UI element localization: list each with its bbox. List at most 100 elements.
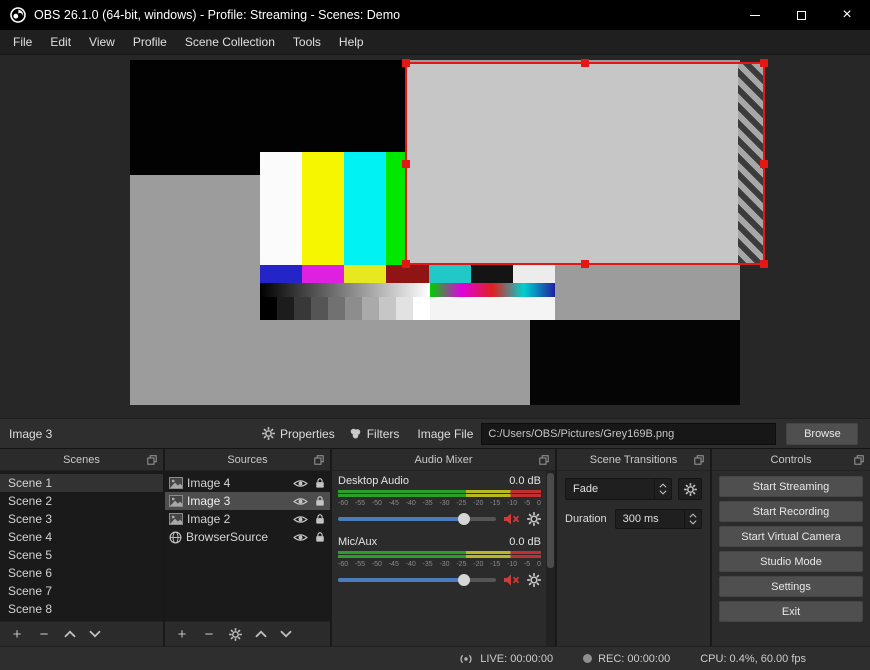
scene-move-up-button[interactable]: [64, 630, 76, 638]
dock-popout-icon[interactable]: [854, 455, 864, 465]
menu-item-view[interactable]: View: [80, 30, 124, 54]
source-row[interactable]: Image 4: [165, 474, 330, 492]
scene-item[interactable]: Scene 3: [0, 510, 163, 528]
volume-slider[interactable]: [338, 573, 496, 587]
settings-button[interactable]: Settings: [719, 576, 863, 597]
lock-icon[interactable]: [315, 477, 325, 489]
maximize-button[interactable]: [778, 0, 824, 30]
db-scale: -60 -55 -50 -45 -40 -35 -30 -25 -20 -15 -10 -5 0: [338, 499, 541, 508]
scene-item[interactable]: Scene 2: [0, 492, 163, 510]
properties-button[interactable]: Properties: [262, 427, 335, 441]
close-button[interactable]: ×: [824, 0, 870, 30]
colorbar-segment: [344, 265, 387, 283]
image-file-input[interactable]: [481, 422, 777, 445]
grayscale-gradient: [260, 283, 430, 297]
audio-settings-gear-icon[interactable]: [527, 573, 541, 587]
scenes-list: Scene 1 Scene 2 Scene 3 Scene 4 Scene 5 …: [0, 471, 163, 621]
remove-scene-button[interactable]: −: [37, 627, 51, 642]
filters-button[interactable]: Filters: [349, 427, 399, 441]
source-properties-gear-button[interactable]: [229, 628, 242, 641]
scene-item[interactable]: Scene 4: [0, 528, 163, 546]
selected-source-image3[interactable]: [402, 59, 768, 268]
visibility-eye-icon[interactable]: [293, 514, 308, 525]
resize-handle-bottom-left[interactable]: [402, 260, 410, 268]
minimize-button[interactable]: [732, 0, 778, 30]
dock-popout-icon[interactable]: [314, 455, 324, 465]
chevron-up-icon: [659, 483, 667, 488]
slider-handle[interactable]: [458, 574, 471, 586]
browse-button[interactable]: Browse: [786, 422, 859, 445]
db-tick-label: -5: [523, 500, 531, 507]
menu-item-tools[interactable]: Tools: [284, 30, 330, 54]
source-row[interactable]: Image 2: [165, 510, 330, 528]
resize-handle-bottom-center[interactable]: [581, 260, 589, 268]
visibility-eye-icon[interactable]: [293, 478, 308, 489]
scene-item[interactable]: Scene 1: [0, 474, 163, 492]
volume-row: [338, 511, 541, 527]
scene-item[interactable]: Scene 6: [0, 564, 163, 582]
resize-handle-mid-left[interactable]: [402, 159, 410, 168]
studio-mode-button[interactable]: Studio Mode: [719, 551, 863, 572]
dock-popout-icon[interactable]: [147, 455, 157, 465]
dock-popout-icon[interactable]: [694, 455, 704, 465]
audio-settings-gear-icon[interactable]: [527, 512, 541, 526]
visibility-eye-icon[interactable]: [293, 496, 308, 507]
db-tick-label: -20: [473, 500, 484, 507]
scrollbar-thumb[interactable]: [547, 473, 554, 568]
resize-handle-top-center[interactable]: [581, 59, 589, 67]
scene-item[interactable]: Scene 7: [0, 582, 163, 600]
menu-item-help[interactable]: Help: [330, 30, 373, 54]
source-row[interactable]: BrowserSource: [165, 528, 330, 546]
scenes-dock-header: Scenes: [0, 449, 163, 471]
db-tick-label: -30: [439, 500, 450, 507]
resize-handle-bottom-right[interactable]: [760, 260, 768, 268]
lock-icon[interactable]: [315, 531, 325, 543]
scene-item[interactable]: Scene 5: [0, 546, 163, 564]
resize-handle-mid-right[interactable]: [760, 159, 768, 168]
resize-handle-top-left[interactable]: [402, 59, 410, 67]
resize-handle-top-right[interactable]: [760, 59, 768, 67]
menu-item-profile[interactable]: Profile: [124, 30, 176, 54]
canvas-source-black-bottom-right[interactable]: [530, 320, 740, 405]
db-tick-label: -35: [422, 561, 433, 568]
broadcast-icon: [458, 653, 474, 665]
source-row[interactable]: Image 3: [165, 492, 330, 510]
image-file-label: Image File: [417, 426, 474, 441]
combo-spin-arrows[interactable]: [654, 479, 667, 499]
add-scene-button[interactable]: +: [10, 627, 24, 642]
start-streaming-button[interactable]: Start Streaming: [719, 476, 863, 497]
transition-select[interactable]: Fade: [565, 478, 672, 500]
title-bar: OBS 26.1.0 (64-bit, windows) - Profile: …: [0, 0, 870, 30]
lock-icon[interactable]: [315, 495, 325, 507]
duration-spinbox[interactable]: 300 ms: [614, 509, 702, 529]
slider-handle[interactable]: [458, 513, 471, 525]
exit-button[interactable]: Exit: [719, 601, 863, 622]
scene-item[interactable]: Scene 8: [0, 600, 163, 618]
channel-level: 0.0 dB: [509, 475, 541, 487]
start-recording-button[interactable]: Start Recording: [719, 501, 863, 522]
volume-slider[interactable]: [338, 512, 496, 526]
menu-item-scene-collection[interactable]: Scene Collection: [176, 30, 284, 54]
colorbar-segment: [512, 265, 555, 283]
program-canvas[interactable]: [130, 59, 768, 405]
spin-arrows[interactable]: [684, 510, 697, 528]
source-name: Image 3: [187, 494, 231, 508]
dock-popout-icon[interactable]: [539, 455, 549, 465]
lock-icon[interactable]: [315, 513, 325, 525]
transitions-title: Scene Transitions: [589, 453, 678, 466]
live-status: LIVE: 00:00:00: [458, 653, 553, 665]
source-move-up-button[interactable]: [255, 630, 267, 638]
mixer-scrollbar[interactable]: [546, 471, 555, 646]
mute-speaker-icon[interactable]: [503, 512, 520, 526]
menu-item-edit[interactable]: Edit: [41, 30, 80, 54]
source-move-down-button[interactable]: [280, 630, 292, 638]
menu-item-file[interactable]: File: [4, 30, 41, 54]
db-tick-label: -40: [405, 500, 416, 507]
add-source-button[interactable]: +: [175, 627, 189, 642]
transition-settings-button[interactable]: [678, 478, 702, 500]
mute-speaker-icon[interactable]: [503, 573, 520, 587]
visibility-eye-icon[interactable]: [293, 532, 308, 543]
start-virtual-camera-button[interactable]: Start Virtual Camera: [719, 526, 863, 547]
remove-source-button[interactable]: −: [202, 627, 216, 642]
scene-move-down-button[interactable]: [89, 630, 101, 638]
